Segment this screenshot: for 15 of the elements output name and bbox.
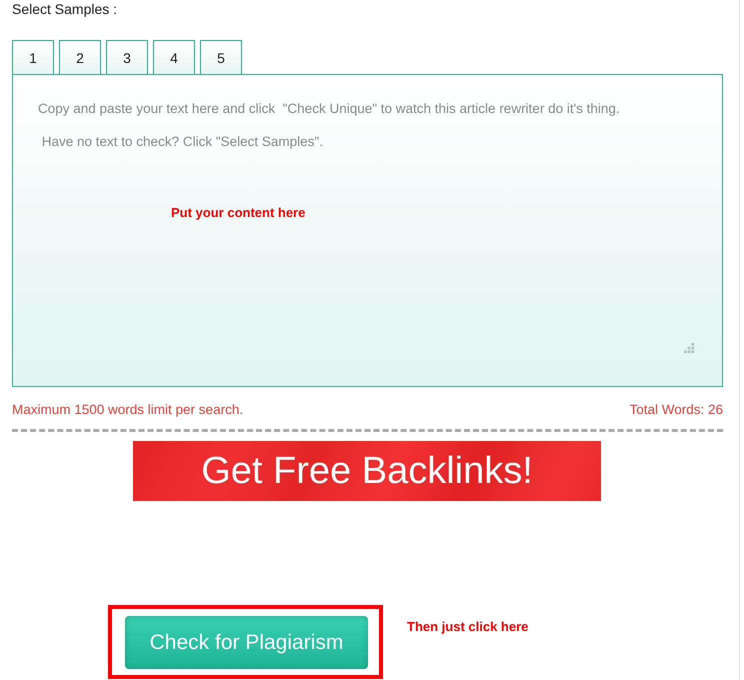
sample-tab[interactable]: 3: [106, 40, 148, 75]
section-label: Select Samples :: [12, 0, 118, 19]
sample-tab[interactable]: 2: [59, 40, 101, 75]
sample-tab[interactable]: 4: [153, 40, 195, 75]
resize-grip-icon[interactable]: [684, 343, 695, 354]
text-input-area[interactable]: Copy and paste your text here and click "Check Unique" to watch this article rewriter do it's thing. Have no text to check? Click "Select Samples". Put your content here: [12, 74, 723, 387]
placeholder-text: Have no text to check? Click "Select Samples".: [40, 134, 323, 149]
limit-note: Maximum 1500 words limit per search.: [12, 402, 244, 419]
sample-tab[interactable]: 1: [12, 40, 54, 75]
placeholder-text: Copy and paste your text here and click "Check Unique" to watch this article rewriter do it's thing.: [38, 101, 620, 116]
annotation-text: Then just click here: [407, 619, 528, 634]
word-count: Total Words: 26: [629, 402, 723, 419]
annotation-text: Put your content here: [171, 205, 306, 220]
banner-link[interactable]: Get Free Backlinks!: [133, 441, 601, 501]
sample-tab[interactable]: 5: [200, 40, 242, 75]
